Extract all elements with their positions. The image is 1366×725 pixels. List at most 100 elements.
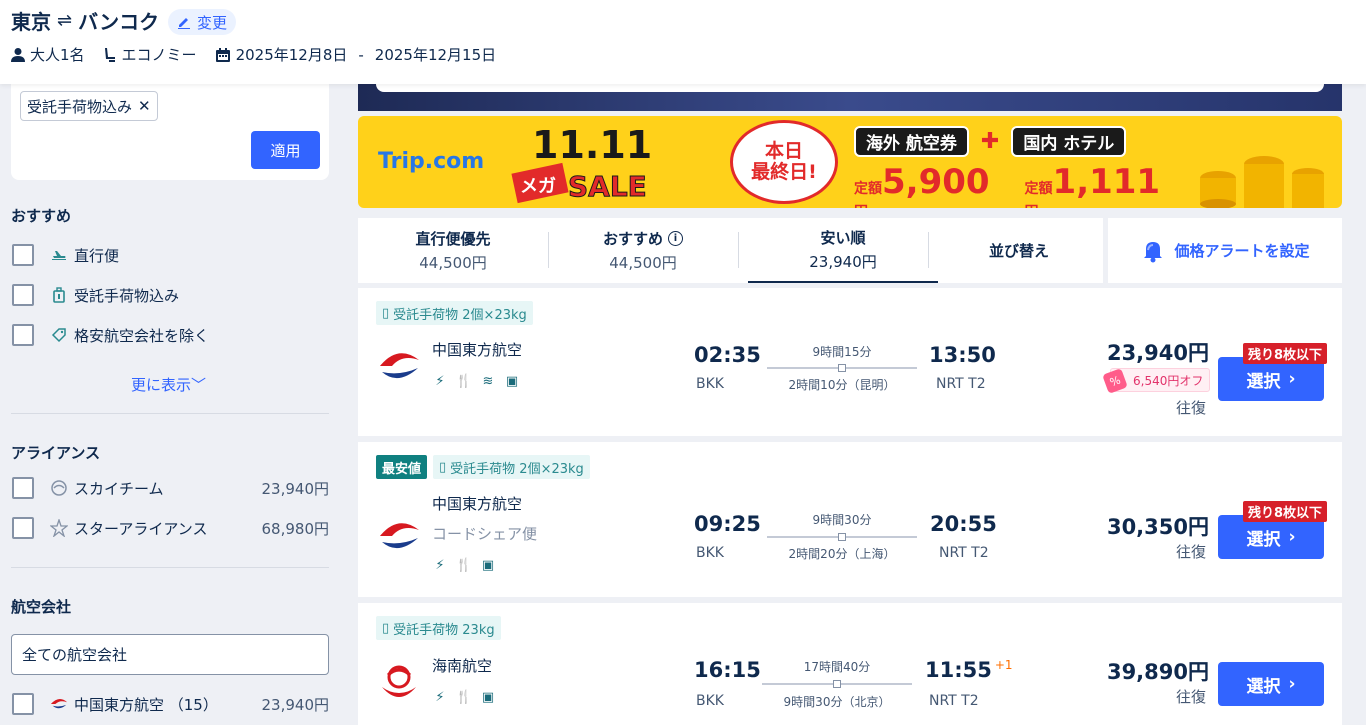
trip-type: 往復 bbox=[1176, 399, 1207, 417]
swap-arrows-icon: ⇌ bbox=[57, 10, 73, 31]
airline-search-input[interactable]: 全ての航空会社 bbox=[11, 634, 329, 675]
airline-section-title: 航空会社 bbox=[11, 598, 72, 616]
filter-label: 格安航空会社を除く bbox=[74, 326, 210, 345]
departure-time: 16:15 bbox=[694, 658, 761, 682]
seats-remaining-badge: 残り8枚以下 bbox=[1243, 343, 1328, 364]
active-filter-chip[interactable]: 受託手荷物込み ✕ bbox=[20, 91, 158, 121]
coins-illustration bbox=[1200, 156, 1324, 208]
arrival-airport: NRT T2 bbox=[929, 693, 979, 709]
departure-time: 02:35 bbox=[694, 343, 761, 367]
promo-banner[interactable]: Trip.com 11.11 メガ SALE 本日 最終日! 海外 航空券 ✚ … bbox=[358, 116, 1342, 208]
filter-star-alliance[interactable]: スターアライアンス 68,980円 bbox=[12, 515, 329, 541]
seats-remaining-badge: 残り8枚以下 bbox=[1243, 501, 1328, 522]
checkbox[interactable] bbox=[12, 324, 34, 346]
plane-icon bbox=[50, 248, 68, 262]
filter-price: 23,940円 bbox=[261, 695, 330, 714]
flight-card[interactable]: 最安値 ▯ 受託手荷物 2個×23kg 中国東方航空 コードシェア便 ⚡ 🍴 ▣ 09… bbox=[358, 442, 1342, 597]
route-line bbox=[762, 680, 912, 688]
arrival-time: 20:55 bbox=[930, 512, 997, 536]
baggage-tag: ▯ 受託手荷物 2個×23kg bbox=[433, 455, 590, 479]
departure-airport: BKK bbox=[696, 693, 724, 709]
show-more-link[interactable]: 更に表示﹀ bbox=[131, 374, 206, 395]
plus-icon: ✚ bbox=[980, 129, 1000, 154]
tab-recommended[interactable]: おすすめ i 44,500円 bbox=[548, 218, 738, 283]
tab-direct-first[interactable]: 直行便優先 44,500円 bbox=[358, 218, 548, 283]
select-button[interactable]: 選択 › bbox=[1218, 662, 1324, 706]
meal-icon: 🍴 bbox=[455, 689, 473, 705]
chip-label: 受託手荷物込み bbox=[27, 97, 133, 116]
hero-image-strip bbox=[358, 84, 1342, 111]
offer-hotel: 国内 ホテル bbox=[1011, 126, 1127, 157]
filter-airline-china-eastern[interactable]: 中国東方航空 （15） 23,940円 bbox=[12, 691, 329, 717]
search-summary-header: 東京 ⇌ バンコク 変更 大人1名 エコノミー 2025年12月8日 - 202… bbox=[0, 0, 1366, 84]
sale-logo: 11.11 メガ SALE bbox=[511, 123, 652, 204]
tag-icon bbox=[50, 327, 68, 343]
seat-icon bbox=[104, 47, 115, 62]
filter-exclude-lcc[interactable]: 格安航空会社を除く bbox=[12, 322, 329, 348]
fare-price: 39,890円 bbox=[1106, 660, 1209, 684]
amenities: ⚡ 🍴 ▣ bbox=[432, 689, 496, 705]
active-filters-card: 受託手荷物込み ✕ 適用 bbox=[11, 84, 329, 180]
filter-price: 68,980円 bbox=[261, 519, 330, 538]
wifi-icon: ≋ bbox=[482, 373, 494, 389]
info-icon[interactable]: i bbox=[668, 231, 683, 246]
calendar-icon bbox=[215, 47, 230, 62]
pencil-icon bbox=[178, 18, 190, 29]
chevron-right-icon: › bbox=[1288, 674, 1296, 694]
sort-tabs: 直行便優先 44,500円 おすすめ i 44,500円 安い順 23,940円 … bbox=[358, 218, 1103, 283]
luggage-icon bbox=[50, 287, 68, 303]
stopover: 9時間30分（北京） bbox=[783, 695, 891, 709]
filter-skyteam[interactable]: スカイチーム 23,940円 bbox=[12, 475, 329, 501]
flight-card[interactable]: ▯ 受託手荷物 23kg 海南航空 ⚡ 🍴 ▣ 16:15 BKK 17時間40分 9… bbox=[358, 603, 1342, 725]
bell-icon bbox=[1144, 241, 1163, 262]
apply-button[interactable]: 適用 bbox=[251, 131, 320, 169]
skyteam-logo-icon bbox=[50, 479, 68, 497]
checkbox[interactable] bbox=[12, 517, 34, 539]
flight-duration: 9時間30分 bbox=[812, 513, 872, 527]
power-icon: ⚡ bbox=[435, 373, 445, 389]
price-alert-button[interactable]: 価格アラートを設定 bbox=[1108, 218, 1342, 283]
checkbox[interactable] bbox=[12, 477, 34, 499]
person-icon bbox=[11, 47, 25, 62]
passengers: 大人1名 bbox=[30, 46, 85, 64]
amenities: ⚡ 🍴 ≋ ▣ bbox=[432, 373, 520, 389]
baggage-tag: ▯ 受託手荷物 23kg bbox=[376, 616, 501, 640]
flight-duration: 17時間40分 bbox=[803, 660, 871, 674]
filter-label: 受託手荷物込み bbox=[74, 286, 180, 305]
stopover: 2時間10分（昆明） bbox=[788, 378, 896, 392]
departure-airport: BKK bbox=[696, 376, 724, 392]
route-line bbox=[767, 364, 917, 372]
luggage-icon: ▯ bbox=[382, 305, 390, 321]
hainan-airlines-logo-icon bbox=[382, 665, 416, 697]
star-alliance-logo-icon bbox=[50, 519, 68, 537]
recommend-section-title: おすすめ bbox=[11, 207, 72, 225]
arrival-time: 13:50 bbox=[929, 343, 996, 367]
change-search-button[interactable]: 変更 bbox=[168, 9, 237, 35]
china-eastern-logo-icon bbox=[50, 696, 68, 712]
divider bbox=[11, 567, 329, 568]
origin-city: 東京 bbox=[11, 10, 51, 34]
filter-label: 中国東方航空 （15） bbox=[74, 695, 218, 714]
svg-text:SALE: SALE bbox=[568, 170, 647, 203]
checkbox[interactable] bbox=[12, 284, 34, 306]
date-separator: - bbox=[358, 45, 364, 64]
china-eastern-logo-icon bbox=[380, 353, 419, 379]
checkbox[interactable] bbox=[12, 693, 34, 715]
cheapest-tag: 最安値 bbox=[376, 455, 428, 479]
svg-text:11.11: 11.11 bbox=[532, 123, 652, 167]
entertainment-icon: ▣ bbox=[505, 373, 519, 389]
banner-offers: 海外 航空券 ✚ 国内 ホテル 定額5,900円〜 定額1,111円 bbox=[854, 126, 1164, 208]
entertainment-icon: ▣ bbox=[481, 557, 495, 573]
tab-cheapest[interactable]: 安い順 23,940円 bbox=[748, 218, 938, 283]
filter-baggage[interactable]: 受託手荷物込み bbox=[12, 282, 329, 308]
checkbox[interactable] bbox=[12, 244, 34, 266]
flight-card[interactable]: ▯ 受託手荷物 2個×23kg 中国東方航空 ⚡ 🍴 ≋ ▣ 02:35 BKK 9時間… bbox=[358, 288, 1342, 436]
percent-icon: % bbox=[1102, 368, 1128, 394]
airline-name: 中国東方航空 bbox=[432, 495, 523, 513]
fare-price: 23,940円 bbox=[1106, 341, 1209, 365]
close-icon[interactable]: ✕ bbox=[138, 97, 151, 115]
tab-sort-options[interactable]: 並び替え bbox=[924, 218, 1114, 283]
search-meta: 大人1名 エコノミー 2025年12月8日 - 2025年12月15日 bbox=[11, 44, 496, 65]
divider bbox=[11, 413, 329, 414]
filter-direct[interactable]: 直行便 bbox=[12, 242, 329, 268]
